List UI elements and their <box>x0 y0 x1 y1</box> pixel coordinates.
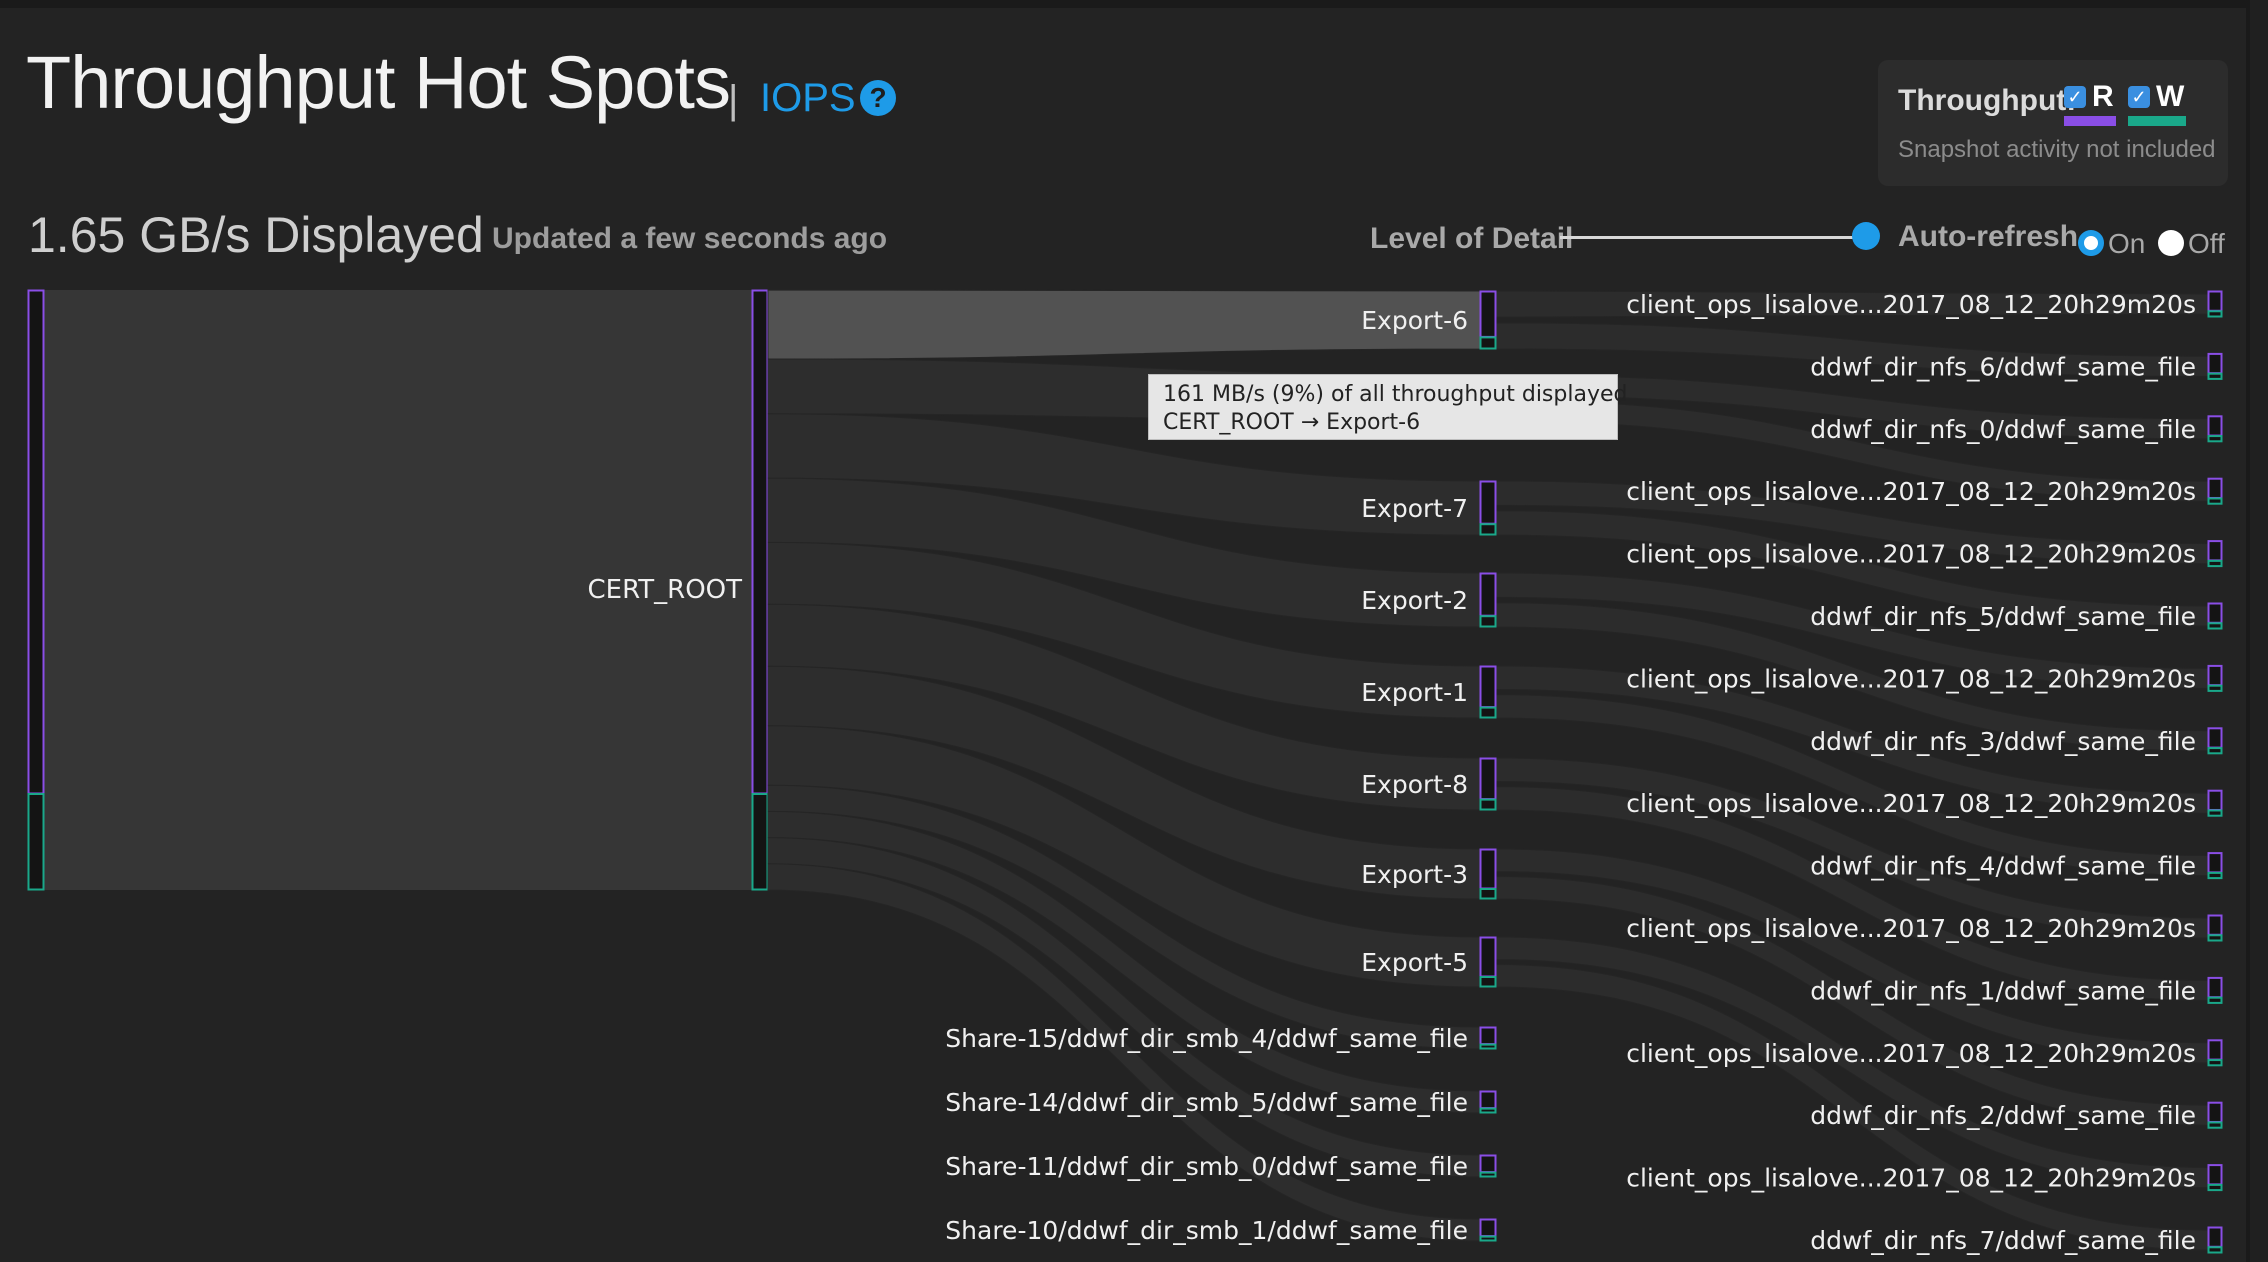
export-label-3: Export-2 <box>1361 586 1468 615</box>
file-node-11[interactable] <box>2208 977 2222 1004</box>
file-label-1: ddwf_dir_nfs_6/ddwf_same_file <box>1810 352 2196 381</box>
file-label-5: ddwf_dir_nfs_5/ddwf_same_file <box>1810 602 2196 631</box>
file-label-11: ddwf_dir_nfs_1/ddwf_same_file <box>1810 976 2196 1005</box>
file-label-8: client_ops_lisalove...2017_08_12_20h29m2… <box>1626 789 2196 818</box>
export-label-8: Share-15/ddwf_dir_smb_4/ddwf_same_file <box>945 1024 1468 1053</box>
export-label-2: Export-7 <box>1361 494 1468 523</box>
file-node-14[interactable] <box>2208 1164 2222 1191</box>
export-label-9: Share-14/ddwf_dir_smb_5/ddwf_same_file <box>945 1088 1468 1117</box>
tooltip-line-2: CERT_ROOT → Export-6 <box>1163 410 1421 435</box>
file-node-13[interactable] <box>2208 1102 2222 1129</box>
export-label-0: Export-6 <box>1361 306 1468 335</box>
export-node-5[interactable] <box>1480 758 1496 810</box>
file-node-4[interactable] <box>2208 540 2222 567</box>
file-label-2: ddwf_dir_nfs_0/ddwf_same_file <box>1810 415 2196 444</box>
export-label-4: Export-1 <box>1361 678 1468 707</box>
file-label-4: client_ops_lisalove...2017_08_12_20h29m2… <box>1626 540 2196 569</box>
file-label-14: client_ops_lisalove...2017_08_12_20h29m2… <box>1626 1164 2196 1193</box>
export-label-11: Share-10/ddwf_dir_smb_1/ddwf_same_file <box>945 1216 1468 1245</box>
file-node-1[interactable] <box>2208 353 2222 380</box>
export-node-2[interactable] <box>1480 481 1496 535</box>
file-node-2[interactable] <box>2208 415 2222 442</box>
file-label-13: ddwf_dir_nfs_2/ddwf_same_file <box>1810 1101 2196 1130</box>
root-bar-right[interactable] <box>752 290 768 890</box>
file-node-10[interactable] <box>2208 915 2222 941</box>
flow-tooltip: 161 MB/s (9%) of all throughput displaye… <box>1148 374 1628 440</box>
file-node-0[interactable] <box>2208 291 2222 317</box>
export-node-11[interactable] <box>1480 1219 1496 1241</box>
export-node-8[interactable] <box>1480 1027 1496 1049</box>
export-label-10: Share-11/ddwf_dir_smb_0/ddwf_same_file <box>945 1152 1468 1181</box>
export-node-7[interactable] <box>1480 937 1496 987</box>
sankey-chart: CERT_ROOTExport-6Export-4Export-7Export-… <box>27 289 2223 1255</box>
export-node-6[interactable] <box>1480 849 1496 899</box>
file-node-5[interactable] <box>2208 603 2222 629</box>
file-node-8[interactable] <box>2208 790 2222 817</box>
file-label-15: ddwf_dir_nfs_7/ddwf_same_file <box>1810 1226 2196 1255</box>
export-node-0[interactable] <box>1480 291 1496 349</box>
root-bar-left[interactable] <box>28 290 44 890</box>
file-node-6[interactable] <box>2208 665 2222 692</box>
export-node-9[interactable] <box>1480 1091 1496 1113</box>
file-node-7[interactable] <box>2208 727 2222 754</box>
export-node-3[interactable] <box>1480 573 1496 627</box>
file-label-10: client_ops_lisalove...2017_08_12_20h29m2… <box>1626 914 2196 943</box>
file-label-7: ddwf_dir_nfs_3/ddwf_same_file <box>1810 727 2196 756</box>
export-node-10[interactable] <box>1480 1155 1496 1177</box>
root-label: CERT_ROOT <box>587 575 742 605</box>
file-label-12: client_ops_lisalove...2017_08_12_20h29m2… <box>1626 1039 2196 1068</box>
file-label-9: ddwf_dir_nfs_4/ddwf_same_file <box>1810 852 2196 881</box>
export-node-4[interactable] <box>1480 666 1496 718</box>
export-label-5: Export-8 <box>1361 770 1468 799</box>
file-label-3: client_ops_lisalove...2017_08_12_20h29m2… <box>1626 477 2196 506</box>
tooltip-line-1: 161 MB/s (9%) of all throughput displaye… <box>1163 382 1628 407</box>
file-label-0: client_ops_lisalove...2017_08_12_20h29m2… <box>1626 290 2196 319</box>
file-label-6: client_ops_lisalove...2017_08_12_20h29m2… <box>1626 664 2196 693</box>
file-node-15[interactable] <box>2208 1227 2222 1253</box>
export-label-7: Export-5 <box>1361 948 1468 977</box>
file-node-9[interactable] <box>2208 852 2222 879</box>
file-node-12[interactable] <box>2208 1039 2222 1066</box>
export-label-6: Export-3 <box>1361 860 1468 889</box>
file-node-3[interactable] <box>2208 478 2222 505</box>
